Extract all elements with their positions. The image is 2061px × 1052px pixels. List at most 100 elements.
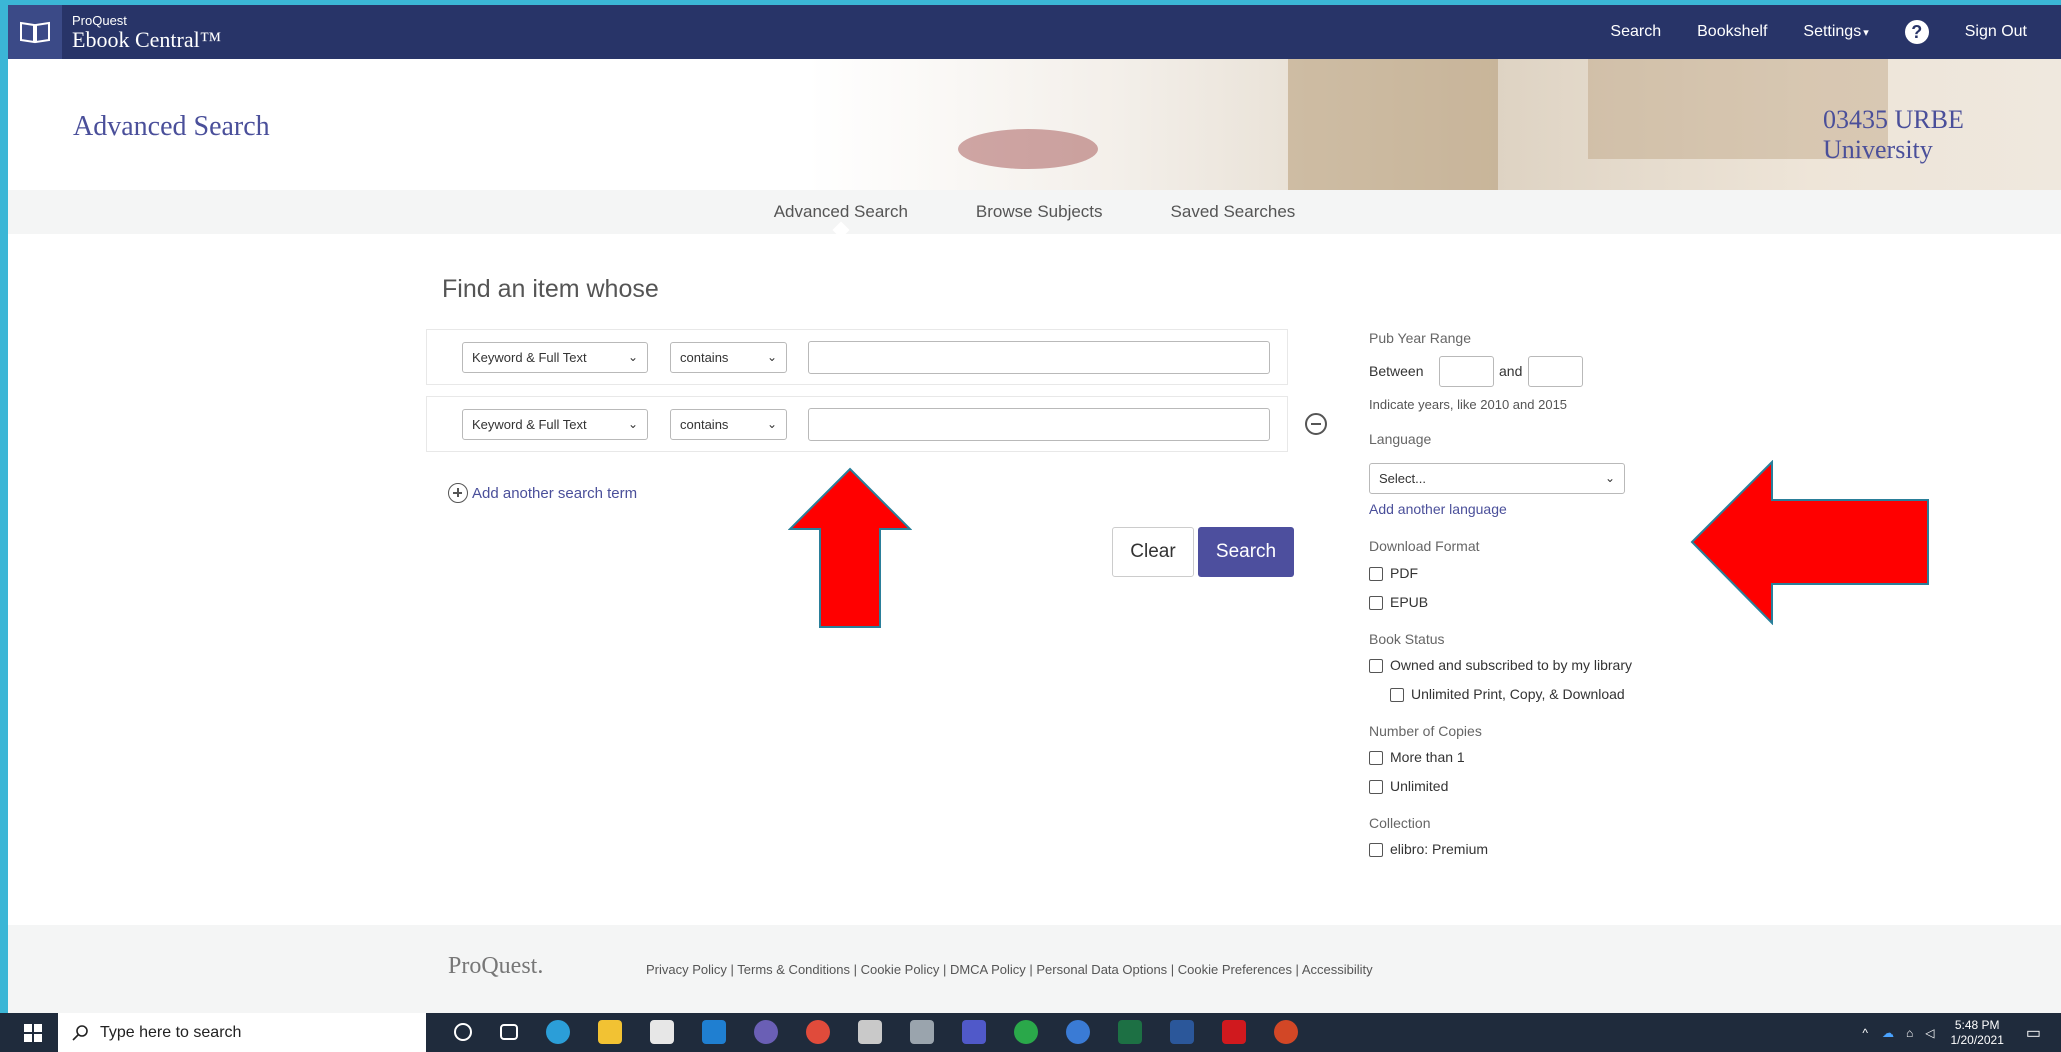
onedrive-icon[interactable]: ☁	[1882, 1026, 1894, 1040]
search-term-input[interactable]	[808, 341, 1270, 374]
download-epub-option[interactable]: EPUB	[1369, 594, 1428, 611]
search-button[interactable]: Search	[1198, 527, 1294, 577]
task-view-icon[interactable]	[500, 1024, 518, 1040]
clock-date: 1/20/2021	[1950, 1032, 2004, 1047]
nav-settings-dropdown[interactable]: Settings ▾	[1803, 23, 1868, 41]
system-tray: ^ ☁ ⌂ ◁ 5:48 PM 1/20/2021 ▭	[1854, 1013, 2049, 1052]
volume-icon[interactable]: ◁	[1925, 1026, 1934, 1040]
taskbar-clock[interactable]: 5:48 PM 1/20/2021	[1950, 1018, 2003, 1048]
app-icon[interactable]	[1066, 1020, 1090, 1044]
browser-viewport: ProQuest Ebook Central™ Search Bookshelf…	[8, 5, 2061, 1013]
checkbox[interactable]	[1390, 688, 1404, 703]
language-select[interactable]: Select... ⌄	[1369, 463, 1625, 494]
footer-links[interactable]: Privacy Policy | Terms & Conditions | Co…	[646, 962, 1373, 977]
collection-elibro-option[interactable]: elibro: Premium	[1369, 841, 1489, 858]
operator-select[interactable]: contains ⌄	[670, 342, 787, 373]
cortana-icon[interactable]	[454, 1023, 472, 1041]
copies-label: Number of Copies	[1369, 723, 1482, 739]
option-label: PDF	[1390, 565, 1418, 581]
file-explorer-icon[interactable]	[598, 1020, 622, 1044]
checkbox[interactable]	[1369, 780, 1383, 795]
page-title: Advanced Search	[73, 111, 270, 142]
app-icon[interactable]	[1014, 1020, 1038, 1044]
option-label: Unlimited Print, Copy, & Download	[1411, 686, 1625, 702]
operator-select-value: contains	[680, 350, 729, 365]
owned-subscribed-option[interactable]: Owned and subscribed to by my library	[1369, 657, 1632, 674]
page-footer: ProQuest. Privacy Policy | Terms & Condi…	[8, 925, 2061, 1013]
checkbox[interactable]	[1369, 751, 1383, 766]
checkbox[interactable]	[1369, 567, 1383, 582]
option-label: More than 1	[1390, 749, 1465, 765]
download-pdf-option[interactable]: PDF	[1369, 565, 1418, 582]
tab-saved-searches[interactable]: Saved Searches	[1171, 202, 1296, 222]
proquest-logo[interactable]: ProQuest.	[448, 953, 543, 980]
add-language-link[interactable]: Add another language	[1369, 501, 1507, 517]
acrobat-icon[interactable]	[1222, 1020, 1246, 1044]
taskbar-search-placeholder: Type here to search	[100, 1023, 242, 1041]
checkbox[interactable]	[1369, 843, 1383, 858]
app-icon[interactable]	[754, 1020, 778, 1044]
search-term-row: Keyword & Full Text ⌄ contains ⌄	[426, 396, 1288, 452]
book-logo-icon[interactable]	[8, 5, 62, 59]
teams-icon[interactable]	[962, 1020, 986, 1044]
operator-select[interactable]: contains ⌄	[670, 409, 787, 440]
red-arrow-up-annotation	[788, 467, 912, 628]
add-search-term-link[interactable]: Add another search term	[448, 483, 637, 503]
year-from-input[interactable]	[1439, 356, 1494, 387]
powerpoint-icon[interactable]	[1274, 1020, 1298, 1044]
year-to-input[interactable]	[1528, 356, 1583, 387]
form-title: Find an item whose	[442, 275, 659, 303]
windows-taskbar: Type here to search ^ ☁ ⌂ ◁ 5:48 PM 1/20…	[0, 1013, 2061, 1052]
help-icon[interactable]: ?	[1904, 20, 1929, 44]
chevron-down-icon: ⌄	[627, 417, 638, 431]
tab-advanced-search[interactable]: Advanced Search	[774, 202, 908, 222]
remove-row-icon[interactable]	[1305, 413, 1327, 435]
chrome-icon[interactable]	[806, 1020, 830, 1044]
brand-small: ProQuest	[72, 13, 127, 28]
search-term-row: Keyword & Full Text ⌄ contains ⌄	[426, 329, 1288, 385]
add-search-term-label: Add another search term	[472, 484, 638, 502]
windows-start-icon[interactable]	[24, 1024, 42, 1042]
field-select[interactable]: Keyword & Full Text ⌄	[462, 342, 648, 373]
chevron-down-icon: ⌄	[1604, 471, 1615, 485]
nav-signout-link[interactable]: Sign Out	[1965, 23, 2027, 41]
pub-year-label: Pub Year Range	[1369, 330, 1471, 346]
taskbar-search-box[interactable]: Type here to search	[58, 1013, 426, 1052]
clear-button[interactable]: Clear	[1112, 527, 1194, 577]
field-select[interactable]: Keyword & Full Text ⌄	[462, 409, 648, 440]
unlimited-print-option[interactable]: Unlimited Print, Copy, & Download	[1390, 686, 1625, 703]
year-hint: Indicate years, like 2010 and 2015	[1369, 397, 1568, 412]
mail-icon[interactable]	[702, 1020, 726, 1044]
clock-time: 5:48 PM	[1954, 1017, 2000, 1032]
institution-name: 03435 URBE University	[1823, 105, 1964, 165]
edge-icon[interactable]	[546, 1020, 570, 1044]
app-icon[interactable]	[858, 1020, 882, 1044]
copies-more-than-1-option[interactable]: More than 1	[1369, 749, 1465, 766]
checkbox[interactable]	[1369, 659, 1383, 674]
chevron-up-icon[interactable]: ^	[1862, 1026, 1868, 1040]
top-nav-links: Search Bookshelf Settings ▾ ? Sign Out	[1592, 5, 2061, 59]
chevron-down-icon: ⌄	[766, 350, 777, 364]
excel-icon[interactable]	[1118, 1020, 1142, 1044]
calculator-icon[interactable]	[910, 1020, 934, 1044]
brand-logo[interactable]: ProQuest Ebook Central™	[72, 14, 221, 52]
search-term-input[interactable]	[808, 408, 1270, 441]
network-icon[interactable]: ⌂	[1906, 1026, 1913, 1040]
nav-bookshelf-link[interactable]: Bookshelf	[1697, 23, 1767, 41]
tab-browse-subjects[interactable]: Browse Subjects	[976, 202, 1103, 222]
option-label: Unlimited	[1390, 778, 1449, 794]
notification-icon[interactable]: ▭	[2026, 1023, 2041, 1043]
checkbox[interactable]	[1369, 596, 1383, 611]
taskbar-apps	[440, 1020, 1312, 1044]
institution-line-2: University	[1823, 135, 1933, 164]
store-icon[interactable]	[650, 1020, 674, 1044]
download-format-label: Download Format	[1369, 538, 1480, 554]
word-icon[interactable]	[1170, 1020, 1194, 1044]
brand-name: Ebook Central™	[72, 27, 222, 52]
chevron-down-icon: ⌄	[627, 350, 638, 364]
option-label: elibro: Premium	[1390, 841, 1489, 857]
copies-unlimited-option[interactable]: Unlimited	[1369, 778, 1449, 795]
nav-search-link[interactable]: Search	[1610, 23, 1661, 41]
institution-line-1: 03435 URBE	[1823, 105, 1964, 134]
sub-nav-tabs: Advanced Search Browse Subjects Saved Se…	[8, 190, 2061, 234]
